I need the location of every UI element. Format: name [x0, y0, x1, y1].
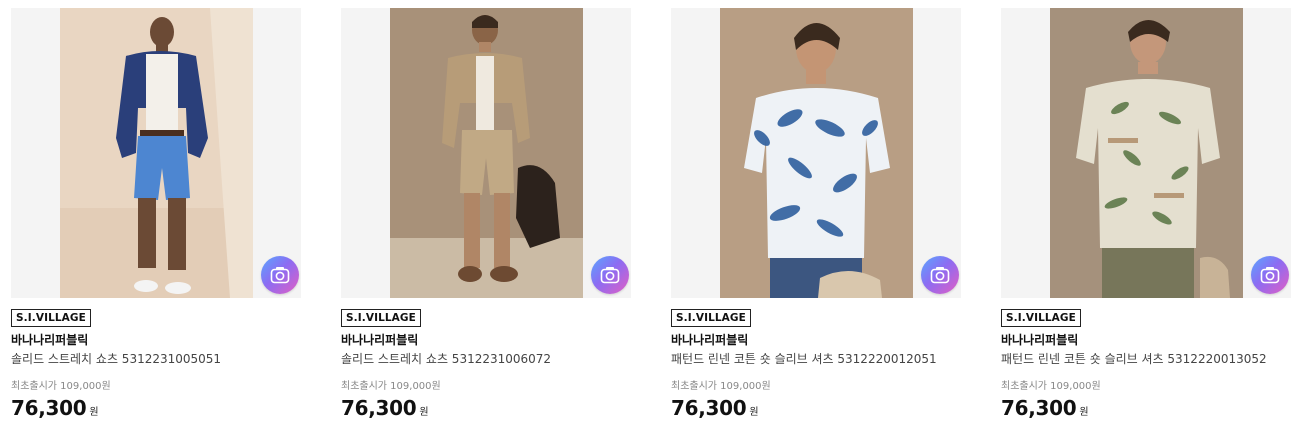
product-thumbnail[interactable] — [671, 8, 961, 298]
product-photo[interactable] — [60, 8, 253, 298]
camera-search-button[interactable] — [1251, 256, 1289, 294]
product-card[interactable]: S.I.VILLAGE 바나나리퍼블릭 패턴드 린넨 코튼 숏 슬리브 셔츠 5… — [671, 8, 961, 420]
product-photo[interactable] — [1050, 8, 1243, 298]
currency-unit: 원 — [749, 407, 759, 418]
camera-search-button[interactable] — [591, 256, 629, 294]
product-thumbnail[interactable] — [11, 8, 301, 298]
original-price: 최초출시가 109,000원 — [1001, 381, 1101, 392]
camera-icon — [930, 267, 950, 284]
brand-badge: S.I.VILLAGE — [341, 309, 421, 327]
product-photo[interactable] — [720, 8, 913, 298]
sale-price: 76,300 — [1001, 396, 1077, 420]
brand-name[interactable]: 바나나리퍼블릭 — [671, 333, 961, 348]
currency-unit: 원 — [1079, 407, 1089, 418]
sale-price: 76,300 — [11, 396, 87, 420]
product-name[interactable]: 솔리드 스트레치 쇼츠 5312231006072 — [341, 352, 631, 367]
brand-badge: S.I.VILLAGE — [1001, 309, 1081, 327]
camera-search-button[interactable] — [921, 256, 959, 294]
brand-name[interactable]: 바나나리퍼블릭 — [1001, 333, 1291, 348]
price-row: 76,300 원 — [341, 396, 631, 420]
original-price: 최초출시가 109,000원 — [11, 381, 111, 392]
currency-unit: 원 — [89, 407, 99, 418]
product-name[interactable]: 패턴드 린넨 코튼 숏 슬리브 셔츠 5312220013052 — [1001, 352, 1291, 367]
original-price: 최초출시가 109,000원 — [341, 381, 441, 392]
brand-badge: S.I.VILLAGE — [11, 309, 91, 327]
camera-search-button[interactable] — [261, 256, 299, 294]
camera-icon — [1260, 267, 1280, 284]
sale-price: 76,300 — [341, 396, 417, 420]
product-grid: S.I.VILLAGE 바나나리퍼블릭 솔리드 스트레치 쇼츠 53122310… — [0, 0, 1296, 444]
price-row: 76,300 원 — [11, 396, 301, 420]
product-name[interactable]: 솔리드 스트레치 쇼츠 5312231005051 — [11, 352, 301, 367]
camera-icon — [270, 267, 290, 284]
product-name[interactable]: 패턴드 린넨 코튼 숏 슬리브 셔츠 5312220012051 — [671, 352, 961, 367]
sale-price: 76,300 — [671, 396, 747, 420]
brand-badge: S.I.VILLAGE — [671, 309, 751, 327]
product-thumbnail[interactable] — [1001, 8, 1291, 298]
currency-unit: 원 — [419, 407, 429, 418]
product-thumbnail[interactable] — [341, 8, 631, 298]
brand-name[interactable]: 바나나리퍼블릭 — [11, 333, 301, 348]
original-price: 최초출시가 109,000원 — [671, 381, 771, 392]
product-card[interactable]: S.I.VILLAGE 바나나리퍼블릭 솔리드 스트레치 쇼츠 53122310… — [341, 8, 631, 420]
price-row: 76,300 원 — [1001, 396, 1291, 420]
price-row: 76,300 원 — [671, 396, 961, 420]
product-card[interactable]: S.I.VILLAGE 바나나리퍼블릭 솔리드 스트레치 쇼츠 53122310… — [11, 8, 301, 420]
camera-icon — [600, 267, 620, 284]
brand-name[interactable]: 바나나리퍼블릭 — [341, 333, 631, 348]
product-card[interactable]: S.I.VILLAGE 바나나리퍼블릭 패턴드 린넨 코튼 숏 슬리브 셔츠 5… — [1001, 8, 1291, 420]
product-photo[interactable] — [390, 8, 583, 298]
